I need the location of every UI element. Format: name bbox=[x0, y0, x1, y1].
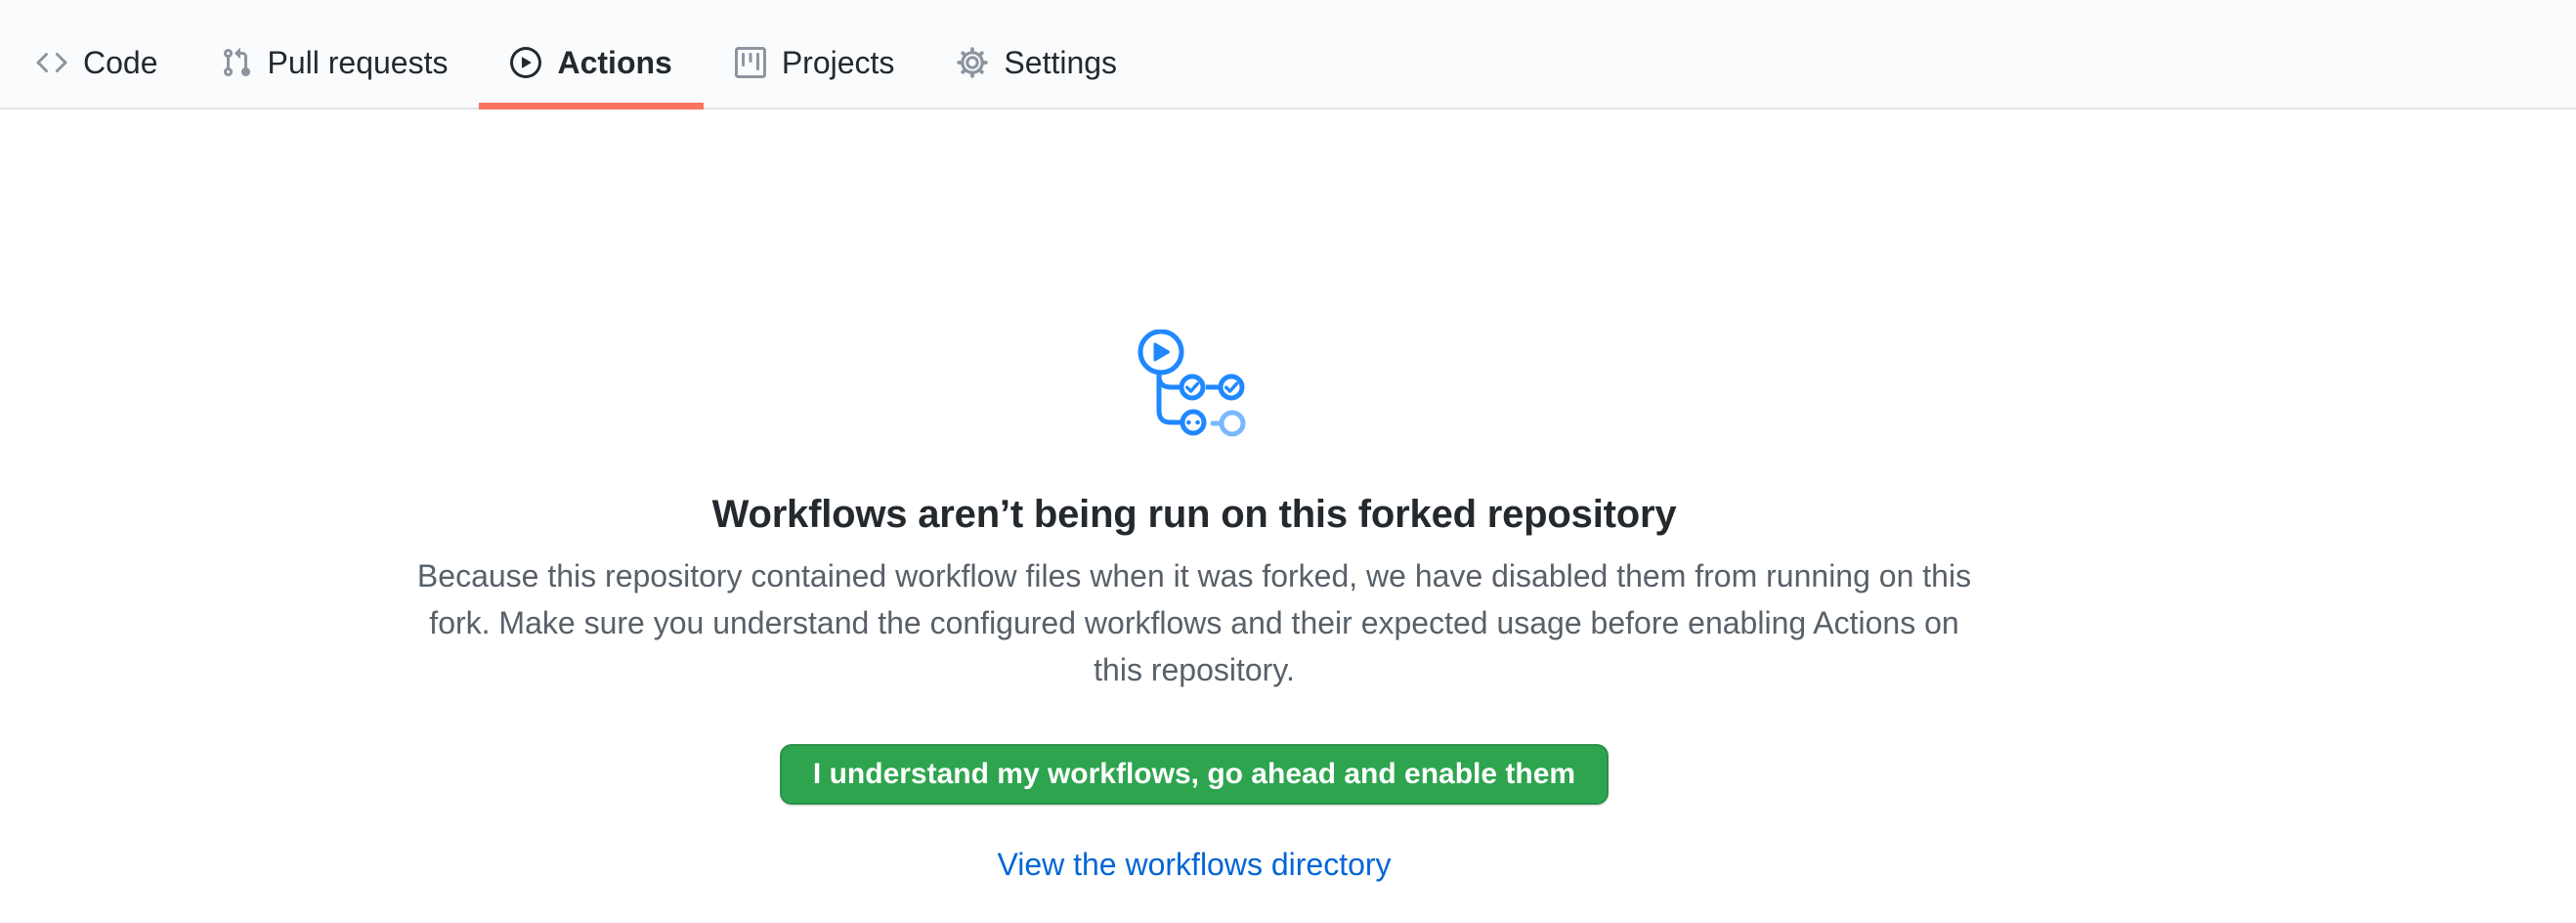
tab-label: Actions bbox=[557, 47, 671, 78]
tab-projects[interactable]: Projects bbox=[704, 0, 926, 108]
tab-label: Pull requests bbox=[268, 47, 449, 78]
project-icon bbox=[735, 47, 766, 78]
tab-pull-requests[interactable]: Pull requests bbox=[190, 0, 480, 108]
play-icon bbox=[510, 47, 541, 78]
repo-tab-nav: Code Pull requests Actions Projects bbox=[0, 0, 2576, 110]
tab-actions[interactable]: Actions bbox=[479, 0, 703, 108]
actions-disabled-panel: Workflows aren’t being run on this forke… bbox=[0, 110, 2576, 883]
workflow-graph-icon bbox=[1138, 330, 1251, 441]
tab-code[interactable]: Code bbox=[5, 0, 190, 108]
pull-request-icon bbox=[221, 47, 252, 78]
blankslate-heading: Workflows aren’t being run on this forke… bbox=[712, 490, 1677, 539]
code-icon bbox=[36, 47, 67, 78]
blankslate-description: Because this repository contained workfl… bbox=[401, 552, 1988, 693]
tab-label: Settings bbox=[1004, 47, 1117, 78]
gear-icon bbox=[957, 47, 988, 78]
view-workflows-directory-link[interactable]: View the workflows directory bbox=[997, 846, 1391, 883]
blankslate: Workflows aren’t being run on this forke… bbox=[393, 110, 1996, 883]
tab-label: Projects bbox=[782, 47, 895, 78]
tab-settings[interactable]: Settings bbox=[925, 0, 1148, 108]
tab-label: Code bbox=[83, 47, 158, 78]
enable-workflows-button[interactable]: I understand my workflows, go ahead and … bbox=[780, 744, 1609, 805]
